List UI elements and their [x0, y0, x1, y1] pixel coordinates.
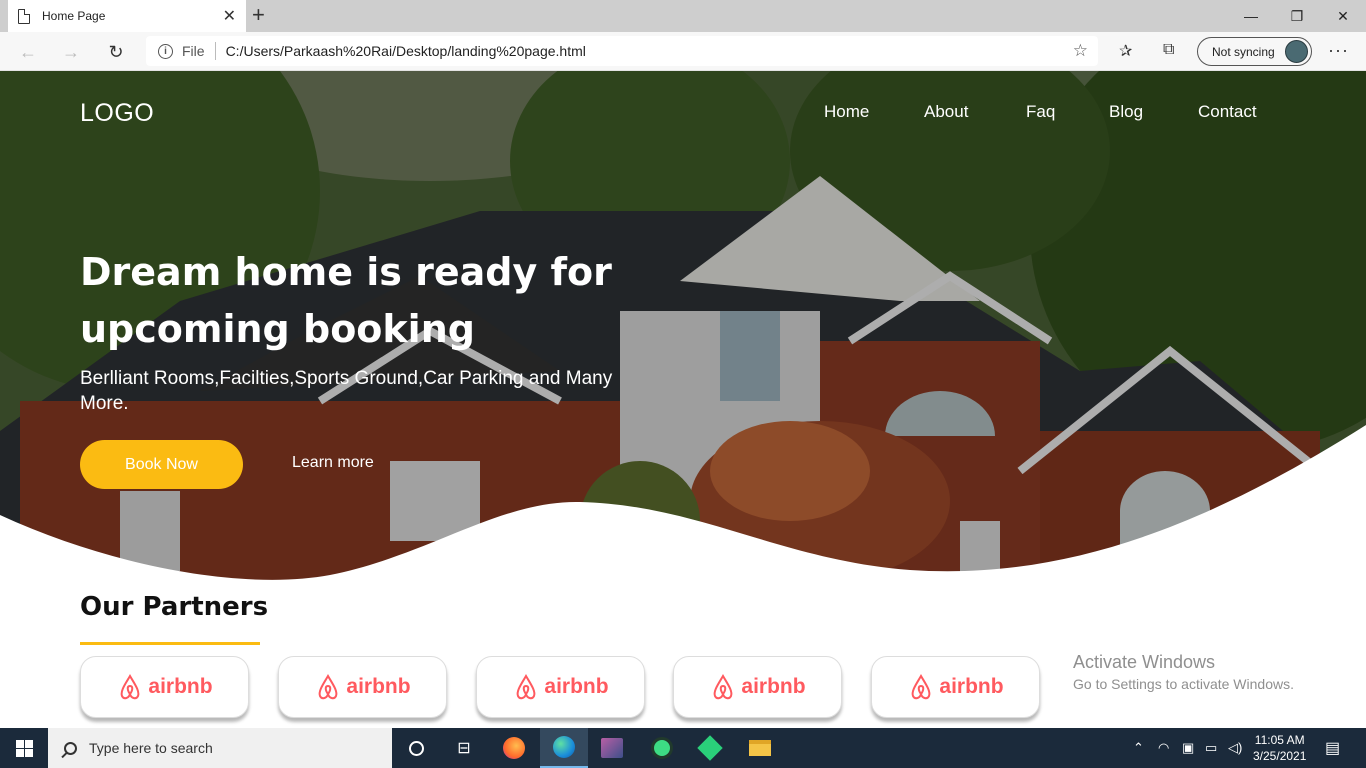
- notifications-icon[interactable]: ▤: [1325, 738, 1340, 758]
- tray-chevron-icon[interactable]: ⌃: [1133, 740, 1144, 756]
- favorite-star-icon[interactable]: ☆: [1073, 41, 1088, 61]
- partners-underline: [80, 642, 260, 645]
- windows-logo-icon: [15, 739, 33, 757]
- browser-tab[interactable]: Home Page ✕: [8, 0, 246, 32]
- tab-strip: Home Page ✕ + — ❐ ✕: [0, 0, 1366, 32]
- partner-card[interactable]: airbnb: [80, 656, 249, 718]
- minimize-button[interactable]: —: [1228, 0, 1274, 32]
- browser-toolbar: ← → ↻ i File C:/Users/Parkaash%20Rai/Des…: [0, 32, 1366, 71]
- network-icon[interactable]: ◠: [1158, 740, 1169, 756]
- activate-windows-watermark: Activate Windows Go to Settings to activ…: [1073, 652, 1294, 692]
- avatar: [1285, 40, 1308, 63]
- close-window-button[interactable]: ✕: [1320, 0, 1366, 32]
- partner-card[interactable]: airbnb: [476, 656, 645, 718]
- nav-item-faq[interactable]: Faq: [1026, 102, 1055, 122]
- clock-time: 11:05 AM: [1254, 733, 1305, 747]
- partner-name: airbnb: [741, 675, 806, 698]
- partner-name: airbnb: [148, 675, 213, 698]
- search-icon: [64, 741, 77, 755]
- hero-subtitle: Berlliant Rooms,Facilties,Sports Ground,…: [80, 368, 613, 414]
- page-icon: [18, 8, 30, 24]
- address-scheme: File: [182, 43, 205, 59]
- clock-date: 3/25/2021: [1253, 749, 1307, 763]
- more-menu-icon[interactable]: ···: [1328, 40, 1349, 61]
- collections-icon[interactable]: ⧉: [1163, 41, 1174, 59]
- partner-card[interactable]: airbnb: [278, 656, 447, 718]
- search-placeholder: Type here to search: [89, 740, 213, 756]
- start-button[interactable]: [0, 728, 48, 768]
- hero-headline-line2: upcoming booking: [80, 307, 475, 351]
- activate-subtitle: Go to Settings to activate Windows.: [1073, 676, 1294, 692]
- forward-icon[interactable]: →: [58, 39, 84, 65]
- nav-item-about[interactable]: About: [924, 102, 968, 122]
- airbnb-logo-icon: [517, 673, 536, 700]
- info-icon[interactable]: i: [158, 43, 173, 59]
- windows-taskbar: Type here to search ⊟ ⌃ ◠ ▣ ▭ ◁) 11:05 A…: [0, 728, 1366, 768]
- airbnb-logo-icon: [319, 673, 338, 700]
- nav-item-home[interactable]: Home: [824, 102, 869, 122]
- address-text[interactable]: C:/Users/Parkaash%20Rai/Desktop/landing%…: [226, 43, 586, 59]
- partner-name: airbnb: [939, 675, 1004, 698]
- airbnb-logo-icon: [121, 673, 140, 700]
- airbnb-logo-icon: [912, 673, 931, 700]
- address-bar[interactable]: i File C:/Users/Parkaash%20Rai/Desktop/l…: [146, 36, 1098, 66]
- sync-label: Not syncing: [1212, 44, 1275, 59]
- tab-title: Home Page: [42, 9, 106, 23]
- partner-card[interactable]: airbnb: [673, 656, 842, 718]
- firefox-icon[interactable]: [490, 728, 538, 768]
- restore-button[interactable]: ❐: [1274, 0, 1320, 32]
- refresh-icon[interactable]: ↻: [103, 39, 129, 65]
- back-icon[interactable]: ←: [15, 39, 41, 65]
- meet-now-icon[interactable]: ▣: [1182, 740, 1194, 756]
- site-logo[interactable]: LOGO: [80, 99, 154, 128]
- code-editor-icon[interactable]: [686, 728, 734, 768]
- android-studio-icon[interactable]: [638, 728, 686, 768]
- taskbar-search-box[interactable]: Type here to search: [48, 728, 392, 768]
- cortana-icon[interactable]: [392, 728, 440, 768]
- volume-icon[interactable]: ◁): [1228, 740, 1242, 756]
- hero-headline-line1: Dream home is ready for: [80, 250, 612, 294]
- address-separator: [214, 42, 216, 60]
- activate-title: Activate Windows: [1073, 652, 1216, 672]
- battery-icon[interactable]: ▭: [1205, 740, 1217, 756]
- partner-card[interactable]: airbnb: [871, 656, 1040, 718]
- learn-more-link[interactable]: Learn more: [292, 454, 374, 472]
- window-controls: — ❐ ✕: [1228, 0, 1366, 32]
- airbnb-logo-icon: [714, 673, 733, 700]
- partner-name: airbnb: [544, 675, 609, 698]
- hero-headline: Dream home is ready for upcoming booking: [80, 244, 640, 358]
- nav-item-blog[interactable]: Blog: [1109, 102, 1143, 122]
- task-view-icon[interactable]: ⊟: [440, 728, 488, 768]
- book-now-button[interactable]: Book Now: [80, 440, 243, 489]
- partner-name: airbnb: [346, 675, 411, 698]
- new-tab-icon[interactable]: +: [252, 3, 265, 27]
- taskbar-clock[interactable]: 11:05 AM 3/25/2021: [1253, 732, 1306, 764]
- file-explorer-icon[interactable]: [736, 728, 784, 768]
- edge-icon[interactable]: [540, 728, 588, 768]
- profile-sync-button[interactable]: Not syncing: [1197, 37, 1312, 66]
- tab-close-icon[interactable]: ✕: [223, 6, 236, 26]
- partners-heading: Our Partners: [80, 592, 269, 622]
- photos-app-icon[interactable]: [588, 728, 636, 768]
- nav-item-contact[interactable]: Contact: [1198, 102, 1257, 122]
- favorites-icon[interactable]: ✰: [1119, 41, 1132, 61]
